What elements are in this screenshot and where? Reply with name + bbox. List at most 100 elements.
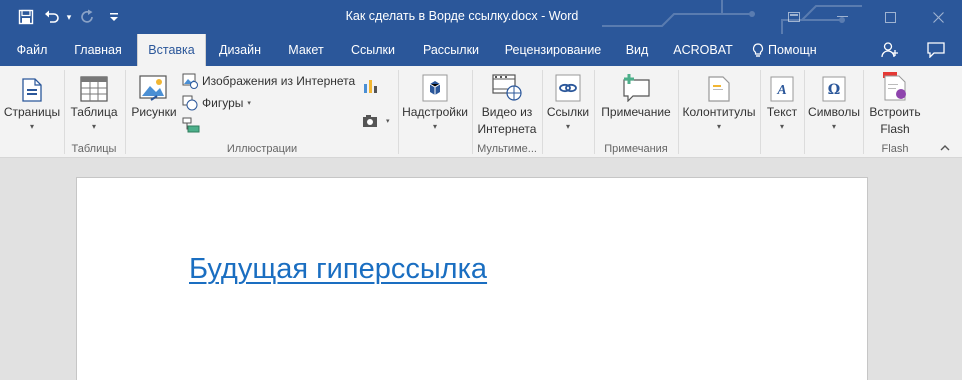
group-label-illustrations: Иллюстрации <box>226 143 298 155</box>
comments-icon[interactable] <box>925 40 947 60</box>
table-button[interactable]: Таблица ▾ <box>66 66 122 131</box>
group-label-comments: Примечания <box>604 143 668 155</box>
group-divider <box>863 70 864 154</box>
comment-icon <box>623 74 650 102</box>
group-label-flash: Flash <box>881 143 909 155</box>
tab-references[interactable]: Ссылки <box>342 34 404 66</box>
collapse-ribbon-icon[interactable] <box>940 142 950 154</box>
flash-icon <box>883 72 906 101</box>
shapes-dropdown-icon: ▾ <box>247 100 251 107</box>
tab-mailings[interactable]: Рассылки <box>414 34 488 66</box>
group-divider <box>125 70 126 154</box>
tab-review[interactable]: Рецензирование <box>498 34 608 66</box>
shapes-icon <box>182 95 198 111</box>
tell-me-label: Помощн <box>768 42 817 57</box>
links-label: Ссылки <box>546 105 590 119</box>
smartart-icon <box>182 117 200 133</box>
symbols-dropdown-icon: ▾ <box>831 122 836 131</box>
tab-design[interactable]: Дизайн <box>210 34 270 66</box>
group-divider <box>804 70 805 154</box>
group-divider <box>678 70 679 154</box>
online-pictures-button[interactable]: Изображения из Интернета <box>182 73 355 89</box>
table-label: Таблица <box>70 105 118 119</box>
online-video-label-1: Видео из <box>481 105 533 119</box>
group-divider <box>472 70 473 154</box>
text-button[interactable]: A Текст ▾ <box>762 66 802 131</box>
text-icon: A <box>770 76 794 102</box>
tab-acrobat[interactable]: ACROBAT <box>666 34 740 66</box>
pictures-button[interactable]: Рисунки <box>128 66 180 121</box>
svg-text:Ω: Ω <box>828 82 840 98</box>
close-icon[interactable] <box>914 0 962 34</box>
online-video-icon <box>492 74 522 101</box>
header-footer-label: Колонтитулы <box>682 105 756 119</box>
online-pictures-label: Изображения из Интернета <box>202 74 356 88</box>
embed-flash-label-1: Встроить <box>869 105 921 119</box>
ribbon-display-options-icon[interactable] <box>770 0 818 34</box>
document-area: Будущая гиперссылка <box>0 158 962 380</box>
symbols-button[interactable]: Ω Символы ▾ <box>806 66 862 131</box>
shapes-label: Фигуры <box>202 96 244 110</box>
document-page[interactable]: Будущая гиперссылка <box>76 177 868 380</box>
group-divider <box>594 70 595 154</box>
embed-flash-label-2: Flash <box>880 122 910 136</box>
text-label: Текст <box>766 105 798 119</box>
header-footer-icon <box>708 76 730 102</box>
group-divider <box>542 70 543 154</box>
group-label-media: Мультиме... <box>477 143 537 155</box>
comment-label: Примечание <box>601 105 671 119</box>
group-divider <box>760 70 761 154</box>
addins-button[interactable]: Надстройки ▾ <box>400 66 470 131</box>
chart-icon <box>364 80 377 93</box>
tab-layout[interactable]: Макет <box>279 34 333 66</box>
pictures-label: Рисунки <box>131 105 177 119</box>
group-label-tables: Таблицы <box>71 143 117 155</box>
addins-label: Надстройки <box>402 105 468 119</box>
pages-button[interactable]: Страницы ▾ <box>2 66 62 131</box>
header-footer-dropdown-icon: ▾ <box>716 122 721 131</box>
tab-insert[interactable]: Вставка <box>137 34 206 66</box>
online-video-label-2: Интернета <box>477 122 537 136</box>
hyperlink-text[interactable]: Будущая гиперссылка <box>189 253 487 286</box>
svg-text:A: A <box>776 83 786 98</box>
header-footer-button[interactable]: Колонтитулы ▾ <box>680 66 758 131</box>
links-dropdown-icon: ▾ <box>565 122 570 131</box>
tab-file[interactable]: Файл <box>6 34 58 66</box>
smartart-button[interactable] <box>182 117 200 133</box>
tab-tell-me[interactable]: Помощн <box>752 34 828 66</box>
addins-icon <box>422 74 448 102</box>
chart-button[interactable] <box>362 78 378 94</box>
pages-label: Страницы <box>3 105 61 119</box>
pages-icon <box>22 78 42 102</box>
comment-button[interactable]: Примечание <box>596 66 676 121</box>
tab-home[interactable]: Главная <box>66 34 130 66</box>
text-dropdown-icon: ▾ <box>779 122 784 131</box>
window-controls <box>770 0 962 34</box>
tab-view[interactable]: Вид <box>618 34 656 66</box>
screenshot-dropdown-icon: ▾ <box>386 118 390 125</box>
table-icon <box>80 76 108 102</box>
group-divider <box>398 70 399 154</box>
screenshot-button[interactable]: ▾ <box>362 113 390 129</box>
share-user-icon[interactable] <box>879 40 901 60</box>
ribbon-tab-row: Файл Главная Вставка Дизайн Макет Ссылки… <box>0 34 962 66</box>
online-video-button[interactable]: Видео из Интернета <box>474 66 540 138</box>
minimize-icon[interactable] <box>818 0 866 34</box>
maximize-icon[interactable] <box>866 0 914 34</box>
lightbulb-icon <box>752 42 764 57</box>
symbols-label: Символы <box>808 105 860 119</box>
omega-icon: Ω <box>822 76 846 102</box>
links-button[interactable]: Ссылки ▾ <box>544 66 592 131</box>
ribbon-insert: Страницы ▾ Таблица ▾ Таблицы Рисунки Изо… <box>0 66 962 158</box>
addins-dropdown-icon: ▾ <box>432 122 437 131</box>
links-icon <box>555 74 581 102</box>
screenshot-icon <box>363 115 377 127</box>
shapes-button[interactable]: Фигуры ▾ <box>182 95 251 111</box>
table-dropdown-icon: ▾ <box>91 122 96 131</box>
group-divider <box>64 70 65 154</box>
title-bar: ▾ Как сделать в Ворде ссылку.docx - Word <box>0 0 962 34</box>
pages-dropdown-icon: ▾ <box>29 122 34 131</box>
embed-flash-button[interactable]: Встроить Flash <box>866 66 924 138</box>
online-pictures-icon <box>182 73 198 89</box>
pictures-icon <box>139 75 167 101</box>
